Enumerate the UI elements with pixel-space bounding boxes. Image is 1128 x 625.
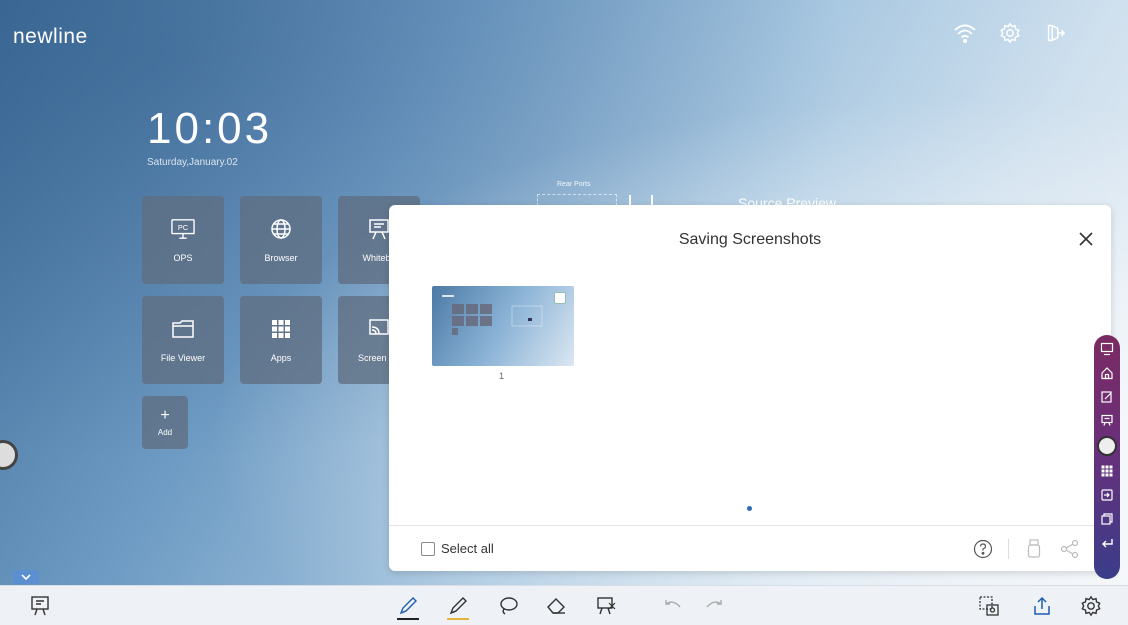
clock-date: Saturday,January.02 <box>147 157 238 168</box>
annotate-icon[interactable] <box>1097 386 1117 408</box>
plus-icon: + <box>160 407 170 424</box>
footer-divider <box>1008 539 1009 559</box>
tile-add[interactable]: + Add <box>142 396 188 449</box>
close-button[interactable] <box>1077 230 1095 248</box>
globe-icon <box>269 217 293 241</box>
newline-logo: newline <box>13 25 88 48</box>
settings-icon[interactable] <box>997 20 1023 46</box>
select-all-label: Select all <box>441 541 494 556</box>
dialog-footer: Select all <box>389 525 1111 571</box>
screen-share-icon <box>367 317 391 341</box>
dialog-title: Saving Screenshots <box>678 231 822 248</box>
tile-label: Apps <box>270 353 292 363</box>
highlighter-icon[interactable] <box>444 592 472 620</box>
lasso-icon[interactable] <box>494 592 522 620</box>
display-icon[interactable] <box>1097 410 1117 432</box>
top-right-icons <box>952 20 1068 46</box>
bottom-toolbar <box>0 585 1128 625</box>
input-icon[interactable] <box>1097 484 1117 506</box>
pen-icon[interactable] <box>394 592 422 620</box>
settings-icon[interactable] <box>1077 592 1105 620</box>
back-icon[interactable] <box>1097 532 1117 554</box>
usb-icon[interactable] <box>1023 538 1045 560</box>
clock-time: 10:03 <box>147 104 273 153</box>
tile-browser[interactable]: Browser <box>240 196 322 284</box>
help-icon[interactable] <box>972 538 994 560</box>
export-icon[interactable] <box>1028 592 1056 620</box>
thumbnail-checkbox[interactable] <box>554 292 566 304</box>
pen-color-indicator <box>397 618 419 620</box>
home-icon[interactable] <box>1097 362 1117 384</box>
redo-icon[interactable] <box>700 592 728 620</box>
clear-annotation-icon[interactable] <box>592 592 620 620</box>
wifi-icon[interactable] <box>952 20 978 46</box>
whiteboard-icon <box>367 217 391 241</box>
undo-icon[interactable] <box>659 592 687 620</box>
screenshot-icon[interactable] <box>975 592 1003 620</box>
folder-icon <box>171 317 195 341</box>
highlighter-color-indicator <box>447 618 469 620</box>
tile-label: File Viewer <box>160 353 206 363</box>
signout-icon[interactable] <box>1042 20 1068 46</box>
left-drag-handle[interactable] <box>0 440 18 470</box>
window-icon[interactable] <box>1097 508 1117 530</box>
whiteboard-icon[interactable] <box>26 592 54 620</box>
tile-label: Browser <box>264 253 298 263</box>
apps-grid-icon <box>269 317 293 341</box>
eraser-icon[interactable] <box>542 592 570 620</box>
source-preview-label: Source Preview <box>738 195 837 205</box>
checkbox-box[interactable] <box>421 541 435 556</box>
tile-label: OPS <box>173 253 193 263</box>
tile-file-viewer[interactable]: File Viewer <box>142 296 224 384</box>
handle-icon[interactable] <box>1097 436 1117 456</box>
side-floating-toolbar <box>1094 335 1120 579</box>
thumbnail-number: 1 <box>499 371 505 381</box>
pc-icon: PC <box>171 217 195 241</box>
close-icon <box>1079 232 1093 246</box>
rear-ports-label: Rear Ports <box>557 181 591 188</box>
share-icon[interactable] <box>1059 538 1081 560</box>
saving-screenshots-dialog: Saving Screenshots 1 Select all <box>389 205 1111 571</box>
whiteboard-icon[interactable] <box>1097 338 1117 360</box>
svg-text:PC: PC <box>178 223 189 232</box>
apps-icon[interactable] <box>1097 460 1117 482</box>
select-all-checkbox[interactable]: Select all <box>421 541 494 556</box>
tile-ops[interactable]: PC OPS <box>142 196 224 284</box>
footer-actions <box>972 538 1081 560</box>
tile-label: Add <box>157 428 173 437</box>
thumbnail-preview <box>442 295 543 335</box>
tile-apps[interactable]: Apps <box>240 296 322 384</box>
screenshot-thumbnail[interactable] <box>432 286 574 366</box>
collapse-toolbar-button[interactable] <box>13 570 39 584</box>
page-indicator-dot <box>747 506 752 511</box>
chevron-down-icon <box>21 574 31 581</box>
